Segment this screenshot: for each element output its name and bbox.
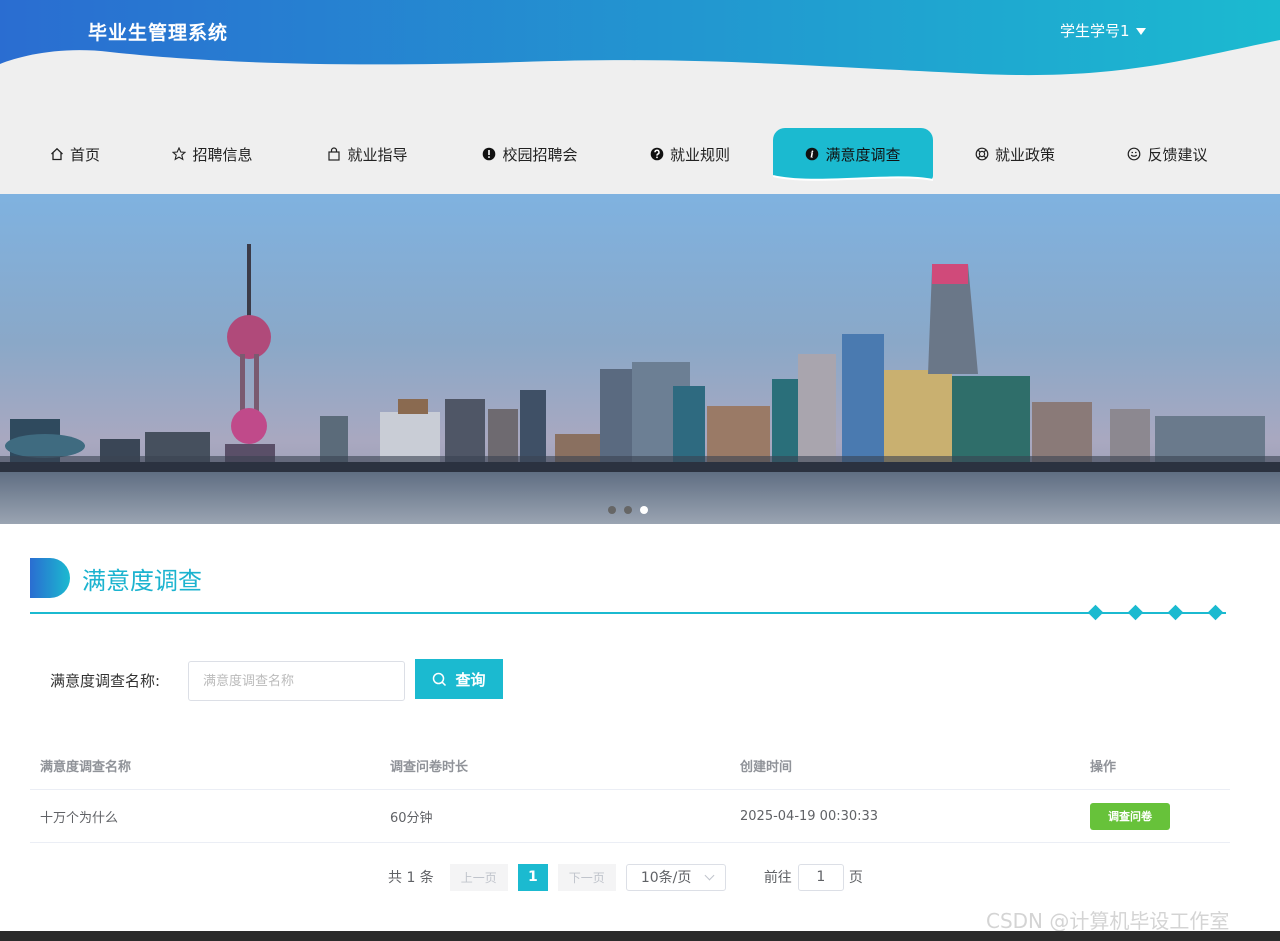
action-cell: 调查问卷 (1080, 802, 1230, 830)
column-header: 创建时间 (740, 760, 793, 775)
goto-suffix: 页 (848, 870, 863, 886)
search-button-label: 查询 (455, 670, 486, 689)
nav-item-policy[interactable]: 就业政策 (955, 128, 1075, 180)
section-header: 满意度调查 (30, 558, 202, 598)
active-tab-wave (773, 175, 933, 186)
nav-label: 就业政策 (994, 145, 1055, 164)
take-survey-button[interactable]: 调查问卷 (1090, 802, 1170, 830)
smile-icon (1128, 147, 1141, 161)
nav-item-home[interactable]: 首页 (30, 128, 120, 180)
survey-table: 满意度调查名称 调查问卷时长 创建时间 操作 十万个为什么 60分钟 2025-… (30, 742, 1230, 843)
carousel-dots (608, 506, 648, 514)
main-nav: 首页 招聘信息 就业指导 校园招聘会 就业规则 i 满意度调查 就业政策 反馈建… (0, 128, 1280, 186)
user-label: 学生学号1 (1060, 22, 1130, 40)
nav-item-feedback[interactable]: 反馈建议 (1105, 128, 1230, 180)
pagination: 共 1 条 上一页 1 下一页 10条/页 前往 页 (388, 863, 863, 891)
user-menu[interactable]: 学生学号1 (1060, 20, 1146, 41)
carousel-dot[interactable] (608, 506, 616, 514)
table-row: 十万个为什么 60分钟 2025-04-19 00:30:33 调查问卷 (30, 790, 1230, 843)
nav-label: 招聘信息 (192, 145, 253, 164)
section-divider (30, 612, 1226, 614)
search-button[interactable]: 查询 (415, 659, 503, 699)
carousel-dot-active[interactable] (640, 506, 648, 514)
site-title: 毕业生管理系统 (88, 22, 229, 44)
home-icon (51, 147, 63, 161)
nav-item-rules[interactable]: 就业规则 (625, 128, 755, 180)
diamond-icon (1207, 604, 1224, 621)
bag-icon (328, 147, 341, 161)
goto-page-input[interactable] (797, 863, 844, 891)
column-header: 操作 (1090, 760, 1117, 775)
chevron-down-icon (704, 870, 715, 880)
goto-prefix: 前往 (763, 870, 792, 886)
nav-item-campus-fair[interactable]: 校园招聘会 (460, 128, 600, 180)
pagination-total: 共 1 条 (388, 870, 434, 886)
nav-label: 反馈建议 (1147, 145, 1208, 164)
search-label: 满意度调查名称: (50, 672, 161, 690)
prev-page-button[interactable]: 上一页 (449, 863, 508, 891)
diamond-icon (1087, 604, 1104, 621)
section-badge-icon (30, 558, 70, 598)
banner-carousel[interactable] (0, 194, 1280, 524)
nav-label: 就业指导 (347, 145, 408, 164)
survey-name-cell: 十万个为什么 (40, 810, 119, 826)
city-skyline-image (0, 194, 1280, 524)
diamond-icon (1127, 604, 1144, 621)
svg-text:i: i (811, 151, 815, 161)
question-circle-icon (650, 147, 664, 161)
nav-item-guidance[interactable]: 就业指导 (305, 128, 430, 180)
exclamation-circle-icon (483, 147, 496, 161)
column-header: 满意度调查名称 (40, 760, 132, 775)
caret-down-icon (1135, 28, 1146, 35)
star-icon (172, 147, 187, 161)
next-page-button[interactable]: 下一页 (557, 863, 616, 891)
nav-label: 就业规则 (669, 145, 730, 164)
survey-duration-cell: 60分钟 (390, 810, 433, 826)
search-input[interactable] (188, 661, 405, 701)
watermark: CSDN @计算机毕设工作室 (986, 909, 1230, 933)
search-icon (433, 672, 447, 686)
table-header: 满意度调查名称 调查问卷时长 创建时间 操作 (30, 742, 1230, 790)
lifebuoy-icon (975, 147, 989, 161)
nav-item-survey[interactable]: i 满意度调查 (773, 128, 933, 186)
nav-item-jobs[interactable]: 招聘信息 (150, 128, 275, 180)
diamond-icon (1167, 604, 1184, 621)
carousel-dot[interactable] (624, 506, 632, 514)
footer-bar (0, 931, 1280, 941)
created-time-cell: 2025-04-19 00:30:33 (740, 808, 879, 824)
info-circle-icon: i (806, 147, 819, 161)
page-size-select[interactable]: 10条/页 (625, 863, 726, 891)
nav-label: 满意度调查 (825, 145, 901, 164)
page-number-current[interactable]: 1 (517, 863, 548, 891)
section-title: 满意度调查 (82, 566, 202, 595)
nav-label: 首页 (69, 145, 100, 164)
page-size-value: 10条/页 (640, 870, 692, 886)
nav-label: 校园招聘会 (502, 145, 578, 164)
header-wave-background (0, 0, 1280, 76)
column-header: 调查问卷时长 (390, 760, 469, 775)
